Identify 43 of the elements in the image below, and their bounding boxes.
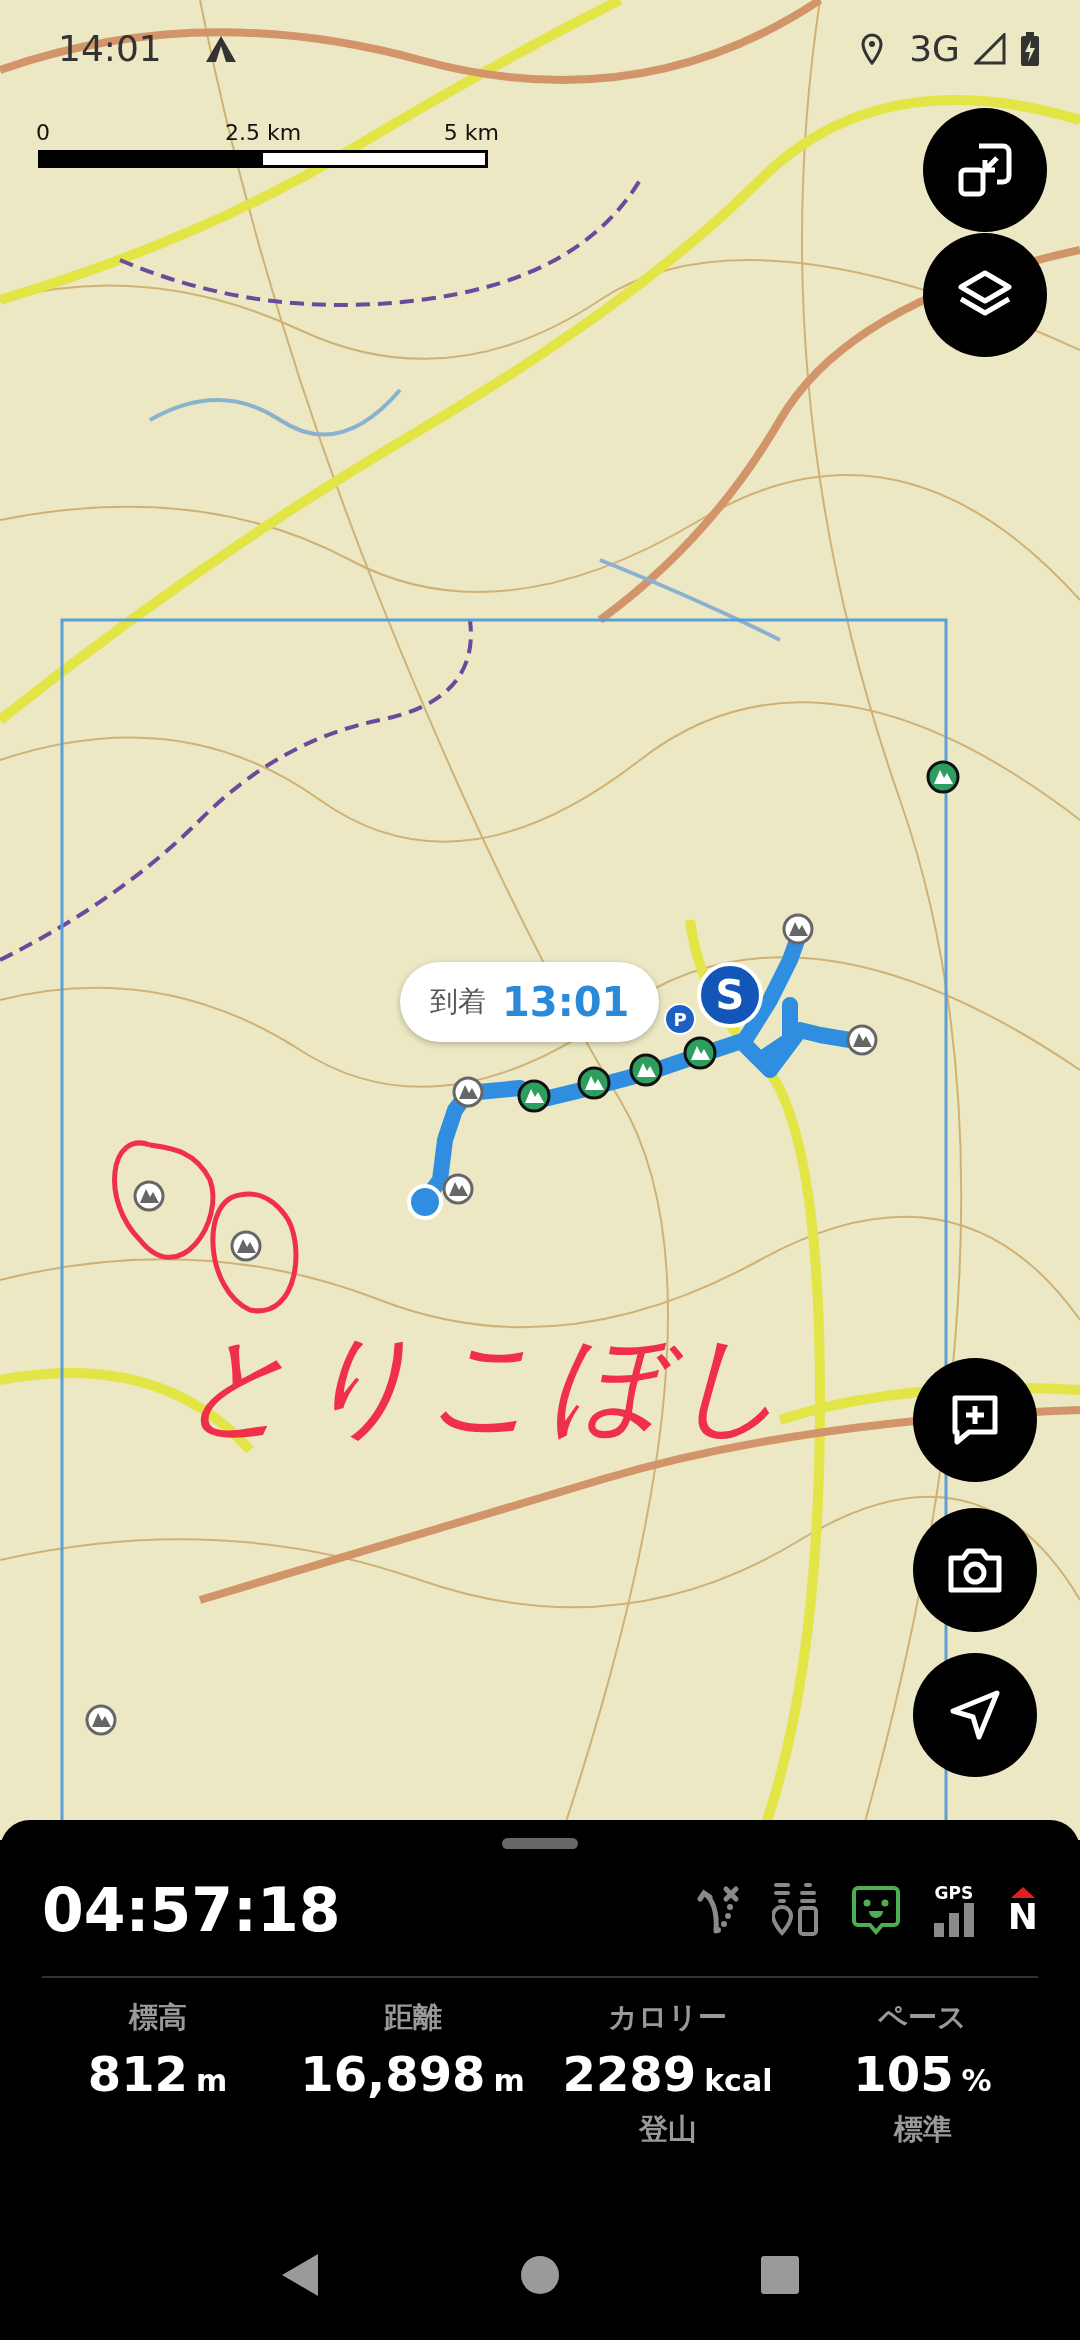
scale-label: 5 km [443, 120, 500, 145]
stat-value: 2289 kcal [562, 2046, 773, 2102]
elapsed-time: 04:57:18 [42, 1875, 342, 1945]
mountain-marker-icon[interactable] [452, 1076, 484, 1108]
chat-face-icon[interactable] [851, 1885, 900, 1935]
location-pins-icon[interactable] [771, 1883, 820, 1937]
stat-value: 16,898 m [300, 2046, 525, 2102]
stat-value: 812 m [87, 2046, 228, 2102]
mountain-spot-marker-icon[interactable] [517, 1079, 551, 1113]
mountain-spot-marker-icon[interactable] [926, 760, 960, 794]
handwritten-annotation: とりこぼし [180, 1318, 795, 1451]
mountain-marker-icon[interactable] [442, 1173, 474, 1205]
home-icon[interactable] [520, 2255, 560, 2295]
current-location-dot [407, 1184, 443, 1220]
mountain-marker-icon[interactable] [230, 1230, 262, 1262]
mountain-marker-icon[interactable] [85, 1704, 117, 1736]
compass-indicator[interactable]: N [1007, 1885, 1038, 1935]
stat-label: 距離 [383, 1999, 442, 2036]
stat-label: 標高 [128, 1999, 187, 2036]
mountain-marker-icon[interactable] [133, 1180, 165, 1212]
mountain-spot-marker-icon[interactable] [629, 1053, 663, 1087]
signal-icon [974, 32, 1006, 65]
mountain-spot-marker-icon[interactable] [683, 1036, 717, 1070]
arrival-time: 13:01 [502, 979, 630, 1025]
mountain-marker-icon[interactable] [782, 913, 814, 945]
location-pin-icon [861, 32, 884, 65]
scale-label: 0 [36, 120, 50, 145]
stat-label: カロリー [608, 1999, 727, 2036]
stat-sub-label: 登山 [638, 2111, 697, 2148]
scale-label: 2.5 km [224, 120, 302, 145]
gps-signal-indicator: GPS [931, 1883, 976, 1937]
status-time: 14:01 [58, 28, 162, 69]
mountain-marker-icon[interactable] [846, 1024, 878, 1056]
arrival-label: 到着 [430, 984, 486, 1020]
drag-handle[interactable] [502, 1838, 578, 1849]
stat-sub-label: 標準 [893, 2111, 952, 2148]
back-icon[interactable] [280, 2252, 320, 2298]
network-type-label: 3G [909, 28, 960, 69]
stat-value: 105 % [853, 2046, 992, 2102]
battery-charging-icon [1020, 31, 1040, 66]
recents-icon[interactable] [760, 2255, 800, 2295]
stat-label: ペース [878, 1999, 967, 2036]
mountain-spot-marker-icon[interactable] [577, 1066, 611, 1100]
